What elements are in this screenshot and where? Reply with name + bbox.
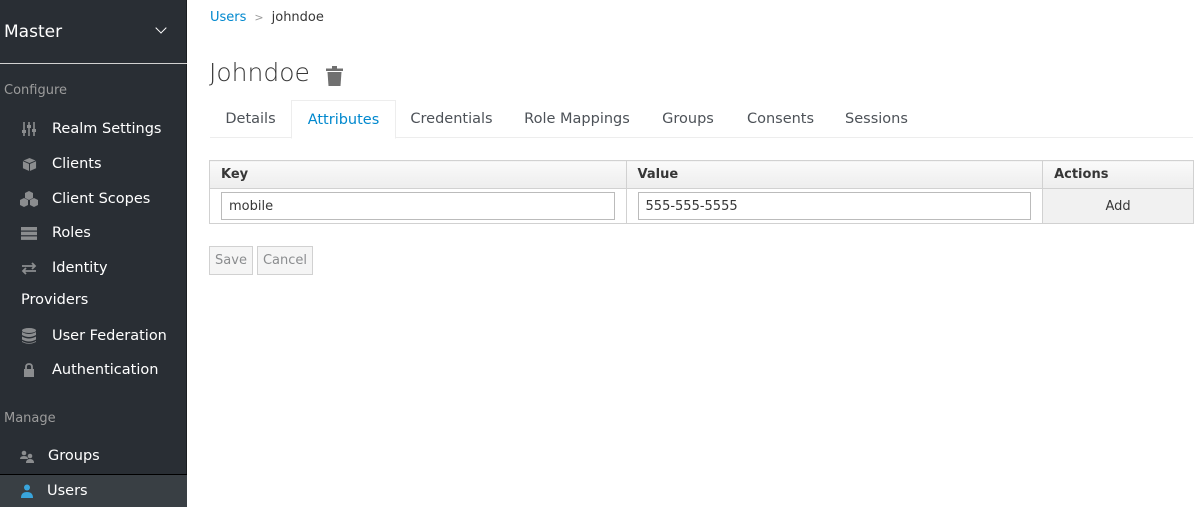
tab-bar: Details Attributes Credentials Role Mapp… xyxy=(210,100,1193,139)
sidebar-item-realm-settings[interactable]: Realm Settings xyxy=(0,112,187,146)
configure-section-label: Configure xyxy=(4,83,68,98)
sidebar-item-label: Users xyxy=(47,483,88,499)
sidebar-item-user-federation[interactable]: User Federation xyxy=(0,319,187,353)
sliders-icon xyxy=(20,121,38,137)
add-button[interactable]: Add xyxy=(1042,188,1194,224)
sidebar-item-label: Roles xyxy=(52,225,91,241)
value-cell xyxy=(625,188,1044,224)
save-button[interactable]: Save xyxy=(209,246,253,275)
server-icon xyxy=(20,225,38,241)
tab-consents[interactable]: Consents xyxy=(729,100,832,138)
cube-icon xyxy=(20,156,38,172)
lock-icon xyxy=(20,362,38,378)
cubes-icon xyxy=(20,191,38,207)
sidebar-item-label: Groups xyxy=(48,448,100,464)
sidebar-item-client-scopes[interactable]: Client Scopes xyxy=(0,182,187,216)
sidebar-item-groups[interactable]: Groups xyxy=(0,439,187,473)
sidebar-item-label: Authentication xyxy=(52,362,159,378)
sidebar-item-label-continued[interactable]: Providers xyxy=(21,292,88,308)
sidebar-item-users[interactable]: Users xyxy=(0,474,187,507)
trash-icon[interactable] xyxy=(326,66,343,90)
sidebar-item-label: User Federation xyxy=(52,328,167,344)
cancel-button[interactable]: Cancel xyxy=(257,246,313,275)
breadcrumb-users-link[interactable]: Users xyxy=(210,10,246,25)
exchange-icon xyxy=(20,260,38,276)
tab-attributes[interactable]: Attributes xyxy=(291,100,396,139)
sidebar-item-label: Identity xyxy=(52,260,108,276)
sidebar-item-clients[interactable]: Clients xyxy=(0,147,187,181)
realm-name: Master xyxy=(4,21,63,42)
breadcrumb-separator: > xyxy=(254,11,264,24)
sidebar-item-identity-providers[interactable]: Identity xyxy=(0,251,187,285)
chevron-down-icon xyxy=(155,22,167,34)
value-input[interactable] xyxy=(637,192,1032,220)
user-icon xyxy=(18,483,36,499)
sidebar-item-roles[interactable]: Roles xyxy=(0,216,187,250)
users-icon xyxy=(18,448,36,464)
manage-section-label: Manage xyxy=(4,411,56,426)
sidebar-item-label: Clients xyxy=(52,156,102,172)
database-icon xyxy=(20,328,38,344)
sidebar: Master Configure Realm Settings Clients … xyxy=(0,0,187,507)
tab-groups[interactable]: Groups xyxy=(647,100,729,138)
attributes-table: Key Value Actions Add xyxy=(209,160,1194,224)
column-header-actions: Actions xyxy=(1042,160,1194,189)
breadcrumb-current: johndoe xyxy=(271,10,324,25)
tab-credentials[interactable]: Credentials xyxy=(396,100,507,138)
sidebar-item-label: Client Scopes xyxy=(52,191,151,207)
column-header-value: Value xyxy=(625,160,1044,189)
table-row: Add xyxy=(209,188,1194,224)
breadcrumb: Users > johndoe xyxy=(210,10,324,25)
key-cell xyxy=(209,188,627,224)
tab-role-mappings[interactable]: Role Mappings xyxy=(507,100,647,138)
realm-selector[interactable]: Master xyxy=(0,0,187,64)
page-title: Johndoe xyxy=(209,58,310,87)
sidebar-item-authentication[interactable]: Authentication xyxy=(0,353,187,387)
tab-sessions[interactable]: Sessions xyxy=(832,100,921,138)
key-input[interactable] xyxy=(221,192,615,220)
column-header-key: Key xyxy=(209,160,627,189)
tab-details[interactable]: Details xyxy=(210,100,291,138)
sidebar-item-label: Realm Settings xyxy=(52,121,162,137)
